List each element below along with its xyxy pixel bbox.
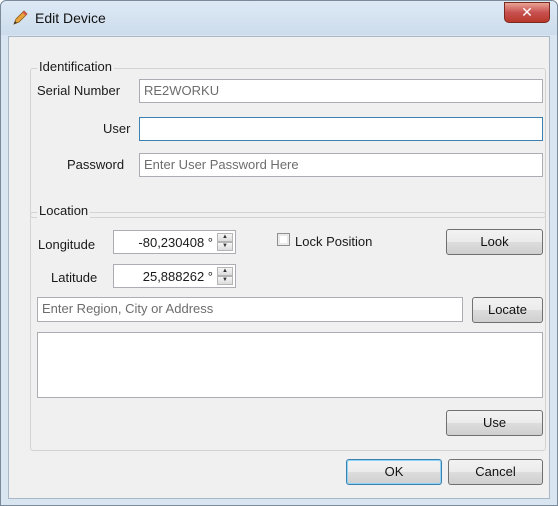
- password-field[interactable]: Enter User Password Here: [139, 153, 543, 177]
- serial-number-label: Serial Number: [37, 83, 121, 98]
- edit-device-dialog: Edit Device ✕ Identification Serial Numb…: [0, 0, 558, 506]
- user-field[interactable]: [139, 117, 543, 141]
- dialog-title: Edit Device: [35, 10, 106, 26]
- identification-legend: Identification: [37, 59, 114, 74]
- password-label: Password: [67, 157, 125, 172]
- spin-up-icon[interactable]: ▲: [217, 267, 233, 276]
- pencil-icon: [11, 9, 29, 27]
- user-label: User: [103, 121, 131, 136]
- dialog-body: Identification Serial Number RE2WORKU Us…: [8, 36, 550, 499]
- longitude-value: -80,230408 °: [138, 235, 213, 250]
- lock-position-label: Lock Position: [295, 234, 373, 249]
- spin-down-icon[interactable]: ▼: [217, 242, 233, 251]
- use-button[interactable]: Use: [446, 410, 543, 436]
- spin-up-icon[interactable]: ▲: [217, 233, 233, 242]
- longitude-label: Longitude: [38, 237, 96, 252]
- address-field[interactable]: Enter Region, City or Address: [37, 297, 463, 322]
- locate-button[interactable]: Locate: [472, 297, 543, 323]
- ok-button[interactable]: OK: [346, 459, 442, 485]
- location-legend: Location: [37, 203, 91, 218]
- longitude-spin-arrows[interactable]: ▲ ▼: [217, 233, 233, 251]
- latitude-label: Latitude: [51, 270, 98, 285]
- latitude-spinbox[interactable]: 25,888262 ° ▲ ▼: [113, 264, 236, 288]
- spin-down-icon[interactable]: ▼: [217, 276, 233, 285]
- lock-position-checkbox[interactable]: [277, 233, 290, 246]
- longitude-spinbox[interactable]: -80,230408 ° ▲ ▼: [113, 230, 236, 254]
- close-button[interactable]: ✕: [504, 2, 550, 23]
- latitude-spin-arrows[interactable]: ▲ ▼: [217, 267, 233, 285]
- serial-number-field[interactable]: RE2WORKU: [139, 79, 543, 103]
- title-bar[interactable]: Edit Device ✕: [1, 1, 557, 35]
- look-button[interactable]: Look: [446, 229, 543, 255]
- results-list[interactable]: [37, 332, 543, 398]
- close-icon: ✕: [521, 4, 533, 20]
- cancel-button[interactable]: Cancel: [448, 459, 543, 485]
- latitude-value: 25,888262 °: [142, 269, 213, 284]
